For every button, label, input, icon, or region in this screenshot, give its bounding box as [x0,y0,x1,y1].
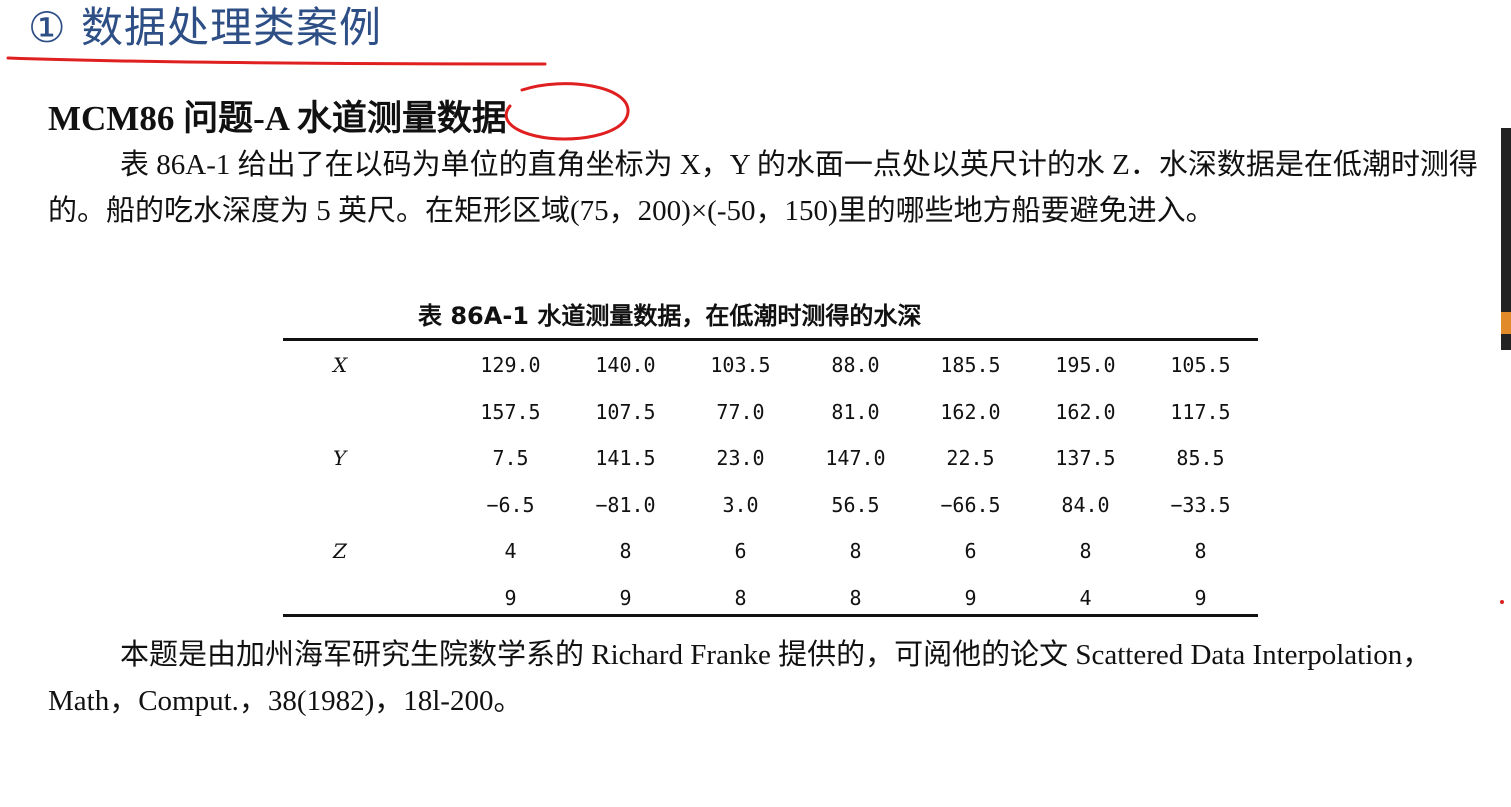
table-cell: 137.5 [1055,446,1116,471]
table-cell: 140.0 [595,353,656,378]
table-cell: 8 [619,539,632,564]
table-cell: 129.0 [480,353,541,378]
table-cell: 77.0 [716,399,765,424]
table-cell: 162.0 [1055,399,1116,424]
table-caption: 表 86A-1 水道测量数据，在低潮时测得的水深 [418,302,922,330]
table-cell: −6.5 [486,492,535,517]
table-cell: 8 [1079,539,1092,564]
table-cell: 85.5 [1176,446,1225,471]
table-row: Z 4 8 6 8 6 8 8 [283,528,1258,575]
table-bottom-rule [283,614,1258,617]
table-cell: 185.5 [940,353,1001,378]
table-cell: 8 [849,539,862,564]
annotation-dot [1500,600,1504,604]
table-cell: 3.0 [722,492,759,517]
table-cell: 84.0 [1061,492,1110,517]
table-cell: 147.0 [825,446,886,471]
table-cell: −33.5 [1170,492,1231,517]
table-cell: 8 [1194,539,1207,564]
problem-heading: MCM86 问题-A 水道测量数据 [48,99,507,138]
table-cell: 4 [504,539,517,564]
intro-paragraph: 表 86A-1 给出了在以码为单位的直角坐标为 X，Y 的水面一点处以英尺计的水… [48,149,1478,227]
table-cell: 162.0 [940,399,1001,424]
table-cell: 105.5 [1170,353,1231,378]
table-cell: 88.0 [831,353,880,378]
table-cell: 7.5 [492,446,529,471]
table-cell: 81.0 [831,399,880,424]
row-label [283,389,453,436]
row-label [283,482,453,529]
table-row: 157.5 107.5 77.0 81.0 162.0 162.0 117.5 [283,389,1258,436]
red-underline-annotation [6,56,547,66]
table-cell: 23.0 [716,446,765,471]
table-cell: −66.5 [940,492,1001,517]
table-cell: −81.0 [595,492,656,517]
table-cell: 141.5 [595,446,656,471]
table-cell: 6 [964,539,977,564]
table-top-rule [283,338,1258,341]
row-label: Y [333,446,347,471]
table-cell: 157.5 [480,399,541,424]
table-row: −6.5 −81.0 3.0 56.5 −66.5 84.0 −33.5 [283,482,1258,529]
table-cell: 56.5 [831,492,880,517]
red-circle-annotation [504,82,630,141]
table-cell: 103.5 [710,353,771,378]
depth-data-table: X 129.0 140.0 103.5 88.0 185.5 195.0 105.5 157.5… [283,342,1258,621]
row-label: X [333,353,348,378]
table-cell: 117.5 [1170,399,1231,424]
table-row: Y 7.5 141.5 23.0 147.0 22.5 137.5 85.5 [283,435,1258,482]
table-row: X 129.0 140.0 103.5 88.0 185.5 195.0 105.5 [283,342,1258,389]
row-label: Z [333,539,347,564]
source-paragraph: 本题是由加州海军研究生院数学系的 Richard Franke 提供的，可阅他的… [48,639,1432,717]
table-cell: 107.5 [595,399,656,424]
table-cell: 195.0 [1055,353,1116,378]
table-cell: 6 [734,539,747,564]
side-panel-accent [1501,312,1511,334]
table-cell: 22.5 [946,446,995,471]
